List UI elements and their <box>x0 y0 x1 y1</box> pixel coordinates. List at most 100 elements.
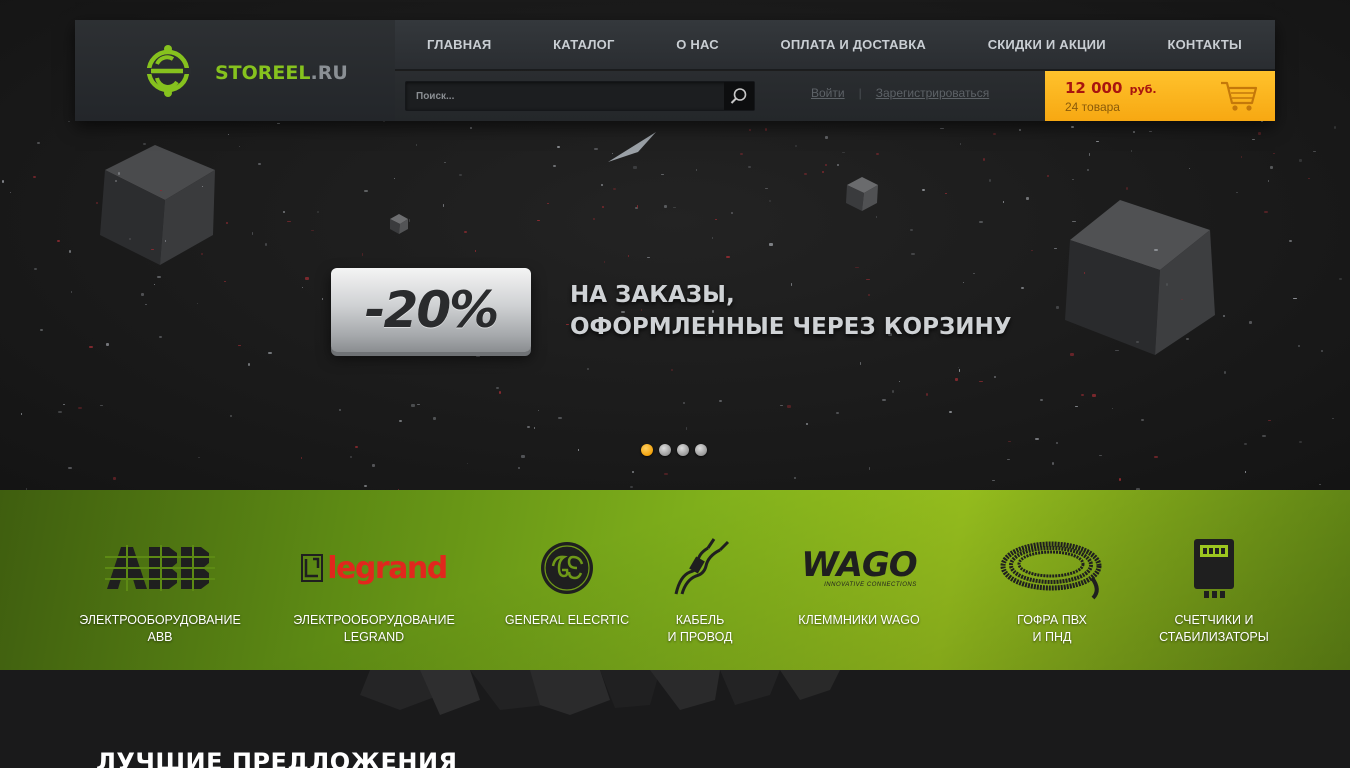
brand-legrand[interactable]: legrand ЭЛЕКТРООБОРУДОВАНИЕ LEGRAND <box>284 490 464 670</box>
brand-meters[interactable]: СЧЕТЧИКИ И СТАБИЛИЗАТОРЫ <box>1124 490 1304 670</box>
decorative-speck <box>264 242 268 246</box>
auth-links: Войти | Зарегистрироваться <box>811 86 989 100</box>
decorative-speck <box>837 164 840 167</box>
decorative-speck <box>660 173 664 176</box>
logo[interactable]: STOREEL.RU <box>75 20 395 121</box>
cart-button[interactable]: 12 000 руб. 24 товара <box>1045 71 1275 121</box>
brand-wago[interactable]: WAGO INNOVATIVE CONNECTIONS КЛЕММНИКИ WA… <box>769 490 949 670</box>
decorative-speck <box>876 153 879 155</box>
decorative-speck <box>779 404 783 407</box>
decorative-speck <box>1154 456 1158 458</box>
decorative-speck <box>394 177 396 180</box>
decorative-speck <box>1189 167 1191 170</box>
brand-legrand-label-line2: LEGRAND <box>343 630 405 644</box>
decorative-speck <box>58 411 63 413</box>
wago-logo-icon: WAGO INNOVATIVE CONNECTIONS <box>769 536 949 600</box>
decorative-speck <box>1095 141 1099 143</box>
cart-amount: 12 000 <box>1065 79 1123 97</box>
nav-contacts[interactable]: КОНТАКТЫ <box>1167 37 1241 52</box>
decorative-speck <box>664 205 668 208</box>
decorative-speck <box>1289 240 1292 243</box>
decorative-speck <box>140 292 144 296</box>
decorative-speck <box>1054 247 1058 250</box>
section-title-best-offers: ЛУЧШИЕ ПРЕДЛОЖЕНИЯ <box>96 748 458 768</box>
decorative-speck <box>1223 370 1227 374</box>
decorative-speck <box>875 215 878 219</box>
decorative-speck <box>20 412 22 415</box>
decorative-speck <box>1018 129 1021 132</box>
decorative-cube <box>1065 200 1215 355</box>
decorative-speck <box>229 414 233 417</box>
decorative-speck <box>898 380 900 382</box>
decorative-speck <box>1148 130 1152 133</box>
decorative-speck <box>144 303 147 306</box>
brand-abb-label: ЭЛЕКТРООБОРУДОВАНИЕ ABB <box>70 612 250 646</box>
decorative-speck <box>892 390 894 393</box>
decorative-speck <box>364 484 368 487</box>
decorative-speck <box>982 158 986 161</box>
nav-discounts[interactable]: СКИДКИ И АКЦИИ <box>988 37 1106 52</box>
slider-dot-3[interactable] <box>677 444 689 456</box>
decorative-speck <box>1034 437 1039 441</box>
decorative-speck <box>226 221 229 224</box>
decorative-speck <box>1299 441 1302 443</box>
decorative-speck <box>415 144 418 147</box>
register-link[interactable]: Зарегистрироваться <box>876 86 989 100</box>
nav-about[interactable]: О НАС <box>676 37 719 52</box>
decorative-speck <box>67 467 72 469</box>
decorative-speck <box>972 272 975 275</box>
decorative-speck <box>603 260 606 263</box>
decorative-speck <box>227 133 229 135</box>
slider-dot-2[interactable] <box>659 444 671 456</box>
decorative-speck <box>142 143 146 145</box>
nav-payment-delivery[interactable]: ОПЛАТА И ДОСТАВКА <box>781 37 926 52</box>
brand-meters-label-line1: СЧЕТЧИКИ И <box>1174 613 1254 627</box>
decorative-speck <box>2 180 4 183</box>
brand-cable[interactable]: КАБЕЛЬ И ПРОВОД <box>610 490 790 670</box>
abb-logo-icon <box>70 536 250 600</box>
decorative-speck <box>1007 441 1011 443</box>
decorative-speck <box>1298 345 1301 348</box>
decorative-speck <box>62 403 66 406</box>
banner-headline: НА ЗАКАЗЫ, ОФОРМЛЕННЫЕ ЧЕРЕЗ КОРЗИНУ <box>570 279 1012 343</box>
decorative-speck <box>71 291 73 294</box>
decorative-speck <box>768 242 773 246</box>
search-button[interactable] <box>724 82 754 110</box>
decorative-speck <box>1089 153 1091 157</box>
brand-abb[interactable]: ЭЛЕКТРООБОРУДОВАНИЕ ABB <box>70 490 250 670</box>
cable-wire-icon <box>674 538 730 595</box>
decorative-speck <box>518 466 520 469</box>
decorative-speck <box>786 405 791 409</box>
search-input[interactable] <box>406 82 724 110</box>
decorative-speck <box>248 363 250 366</box>
decorative-speck <box>633 166 637 170</box>
decorative-speck <box>993 133 996 135</box>
decorative-speck <box>748 128 751 131</box>
decorative-speck <box>1136 340 1139 344</box>
brand-corrugated-pipe[interactable]: ГОФРА ПВХ И ПНД <box>962 490 1142 670</box>
ge-logo <box>541 542 593 594</box>
nav-catalog[interactable]: КАТАЛОГ <box>553 37 614 52</box>
decorative-speck <box>322 298 324 300</box>
decorative-speck <box>364 189 368 192</box>
cart-item-count: 24 товара <box>1065 100 1120 114</box>
decorative-speck <box>882 399 887 402</box>
decorative-speck <box>158 336 163 339</box>
brand-meters-label: СЧЕТЧИКИ И СТАБИЛИЗАТОРЫ <box>1124 612 1304 646</box>
decorative-speck <box>565 323 569 326</box>
decorative-speck <box>33 175 36 179</box>
login-link[interactable]: Войти <box>811 86 845 100</box>
banner-line-2: ОФОРМЛЕННЫЕ ЧЕРЕЗ КОРЗИНУ <box>570 314 1012 340</box>
nav-home[interactable]: ГЛАВНАЯ <box>427 37 491 52</box>
slider-dot-4[interactable] <box>695 444 707 456</box>
decorative-speck <box>196 302 198 305</box>
decorative-speck <box>1257 132 1262 136</box>
logo-text-prefix: STOREEL <box>215 62 311 84</box>
decorative-speck <box>712 236 714 240</box>
slider-dots <box>641 444 707 456</box>
decorative-speck <box>824 164 827 167</box>
decorative-speck <box>416 403 420 406</box>
decorative-speck <box>1249 321 1252 324</box>
slider-dot-1[interactable] <box>641 444 653 456</box>
pipe-coil-icon <box>1000 541 1102 600</box>
